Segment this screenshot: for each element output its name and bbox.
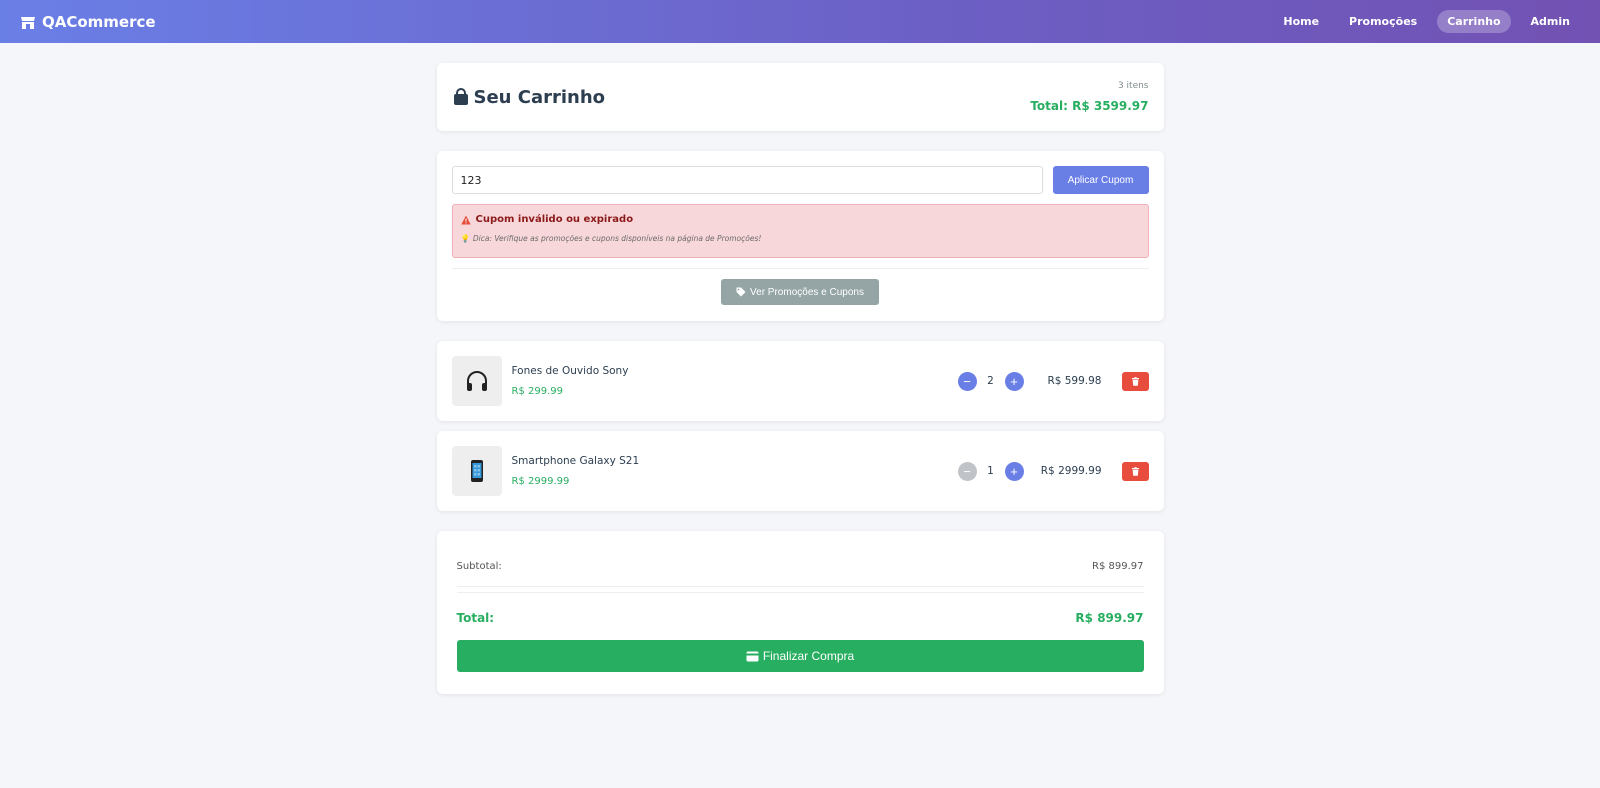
apply-coupon-button[interactable]: Aplicar Cupom <box>1052 166 1149 194</box>
checkout-button[interactable]: Finalizar Compra <box>456 640 1144 672</box>
item-name: Fones de Ouvido Sony <box>511 365 629 377</box>
page-title-text: Seu Carrinho <box>473 86 606 108</box>
tag-icon <box>736 287 746 297</box>
alert-hint-text: Dica: Verifique as promoções e cupons di… <box>472 234 762 243</box>
item-name: Smartphone Galaxy S21 <box>511 455 640 467</box>
cart-header: Seu Carrinho 3 itens Total: R$ 3599.97 <box>436 63 1164 131</box>
brand-logo[interactable]: QACommerce <box>20 13 156 31</box>
total-value: R$ 899.97 <box>1075 611 1144 625</box>
nav-link-promocoes[interactable]: Promoções <box>1339 10 1427 33</box>
store-icon <box>21 16 35 29</box>
page-title: Seu Carrinho <box>452 86 606 108</box>
remove-item-button[interactable] <box>1121 461 1149 481</box>
navbar: QACommerce Home Promoções Carrinho Admin <box>0 0 1600 43</box>
checkout-label: Finalizar Compra <box>762 649 855 663</box>
item-subtotal: R$ 599.98 <box>1047 375 1102 387</box>
quantity-stepper: − 1 + <box>957 461 1024 481</box>
quantity-stepper: − 2 + <box>957 371 1024 391</box>
trash-icon <box>1131 466 1139 476</box>
subtotal-value: R$ 899.97 <box>1092 560 1144 572</box>
subtotal-row: Subtotal: R$ 899.97 <box>457 551 1144 581</box>
shopping-bag-icon <box>453 88 468 105</box>
alert-hint: 💡 Dica: Verifique as promoções e cupons … <box>461 234 1140 243</box>
item-subtotal: R$ 2999.99 <box>1040 465 1102 477</box>
smartphone-icon <box>470 460 483 482</box>
item-price: R$ 2999.99 <box>511 476 570 487</box>
divider <box>456 592 1144 593</box>
decrease-quantity-button[interactable]: − <box>957 461 977 481</box>
nav-link-admin[interactable]: Admin <box>1521 10 1580 33</box>
brand-name: QACommerce <box>42 12 156 31</box>
lightbulb-icon: 💡 <box>460 234 470 243</box>
quantity-value: 2 <box>987 375 994 387</box>
nav-link-home[interactable]: Home <box>1273 10 1329 33</box>
item-info: Fones de Ouvido Sony R$ 299.99 <box>512 365 958 397</box>
subtotal-label: Subtotal: <box>456 560 502 572</box>
coupon-error-alert: Cupom inválido ou expirado 💡 Dica: Verif… <box>451 204 1149 258</box>
item-price: R$ 299.99 <box>511 386 563 397</box>
alert-title-text: Cupom inválido ou expirado <box>475 214 634 225</box>
cart-item: Smartphone Galaxy S21 R$ 2999.99 − 1 + R… <box>436 431 1164 511</box>
item-info: Smartphone Galaxy S21 R$ 2999.99 <box>512 455 958 487</box>
increase-quantity-button[interactable]: + <box>1004 371 1024 391</box>
order-summary: Subtotal: R$ 899.97 Total: R$ 899.97 Fin… <box>436 531 1164 694</box>
promo-wrap: Ver Promoções e Cupons <box>452 279 1149 305</box>
quantity-value: 1 <box>987 465 994 477</box>
divider <box>456 586 1144 587</box>
credit-card-icon <box>746 651 759 661</box>
coupon-input[interactable] <box>451 166 1043 194</box>
total-label: Total: <box>456 611 495 625</box>
divider <box>451 268 1149 269</box>
main-container: Seu Carrinho 3 itens Total: R$ 3599.97 A… <box>436 63 1164 694</box>
coupon-row: Aplicar Cupom <box>451 166 1149 194</box>
cart-meta: 3 itens Total: R$ 3599.97 <box>1030 81 1148 113</box>
view-promotions-button[interactable]: Ver Promoções e Cupons <box>721 279 879 305</box>
coupon-section: Aplicar Cupom Cupom inválido ou expirado… <box>436 151 1164 321</box>
item-count: 3 itens <box>1117 81 1149 91</box>
header-total: Total: R$ 3599.97 <box>1030 99 1149 113</box>
total-row: Total: R$ 899.97 <box>457 603 1144 633</box>
alert-title: Cupom inválido ou expirado <box>460 214 1140 225</box>
view-promotions-label: Ver Promoções e Cupons <box>750 286 864 298</box>
headphones-icon <box>466 371 487 391</box>
item-thumbnail <box>451 446 502 496</box>
nav-links: Home Promoções Carrinho Admin <box>1273 10 1580 33</box>
increase-quantity-button[interactable]: + <box>1004 461 1024 481</box>
warning-icon <box>460 215 471 224</box>
nav-link-carrinho[interactable]: Carrinho <box>1437 10 1511 33</box>
item-thumbnail <box>451 356 502 406</box>
decrease-quantity-button[interactable]: − <box>957 371 977 391</box>
cart-item: Fones de Ouvido Sony R$ 299.99 − 2 + R$ … <box>436 341 1164 421</box>
remove-item-button[interactable] <box>1121 371 1149 391</box>
trash-icon <box>1131 376 1139 386</box>
